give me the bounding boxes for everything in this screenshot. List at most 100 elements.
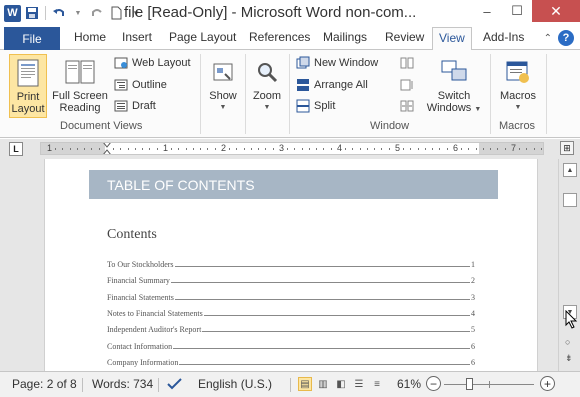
redo-icon[interactable] [89,5,105,21]
proofing-icon[interactable] [166,377,184,391]
ruler-tick [91,148,93,150]
full-screen-view-icon[interactable]: ▥ [316,377,330,391]
minimize-ribbon-icon[interactable]: ⌃ [544,33,552,44]
restore-icon[interactable]: ☐ [502,0,532,22]
scroll-up-icon[interactable]: ▲ [563,163,577,177]
scrollbar-thumb[interactable] [563,193,577,207]
ruler-tick [294,148,296,150]
toc-entry[interactable]: Financial Summary 2 [107,273,475,285]
toc-entry-page: 2 [471,276,475,286]
word-count[interactable]: Words: 734 [92,377,153,391]
zoom-out-icon[interactable]: − [426,376,441,391]
ruler-tick [352,148,354,150]
toc-entry[interactable]: Notes to Financial Statements 4 [107,306,475,318]
toc-leader-line [179,363,470,365]
zoom-button[interactable]: Zoom ▼ [249,54,285,118]
zoom-slider-thumb[interactable] [466,378,473,390]
ruler-tick [345,148,346,150]
word-app-icon[interactable]: W [4,4,21,22]
view-side-by-side-button[interactable] [400,56,414,70]
synchronous-scrolling-button[interactable] [400,78,414,92]
horizontal-ruler[interactable]: 1 1 2 3 4 5 6 7 [40,142,544,155]
title-bar: W ▼ |▾ file [Read-Only] - Microsoft Word… [0,0,580,26]
print-layout-view-icon[interactable]: ▤ [298,377,312,391]
ruler-number: 5 [395,143,401,153]
ruler-tick [475,148,477,150]
view-ruler-icon[interactable]: ⊞ [560,141,574,155]
ruler-tick [142,148,143,150]
ruler-tick [265,148,267,150]
macros-button[interactable]: Macros ▼ [497,54,539,118]
switch-windows-dropdown-icon: ▼ [474,106,482,113]
help-icon[interactable]: ? [558,30,574,46]
quick-access-toolbar: W ▼ |▾ [0,4,143,22]
new-doc-icon[interactable] [108,5,124,21]
web-layout-button[interactable]: Web Layout [114,56,191,70]
ruler-tick [287,148,288,150]
ruler-tick [366,148,368,150]
draft-icon [114,99,128,113]
toc-entry[interactable]: To Our Stockholders 1 [107,257,475,269]
tab-add-ins[interactable]: Add-Ins [483,30,524,44]
save-icon[interactable] [24,5,40,21]
tab-review[interactable]: Review [385,30,424,44]
macros-group-label: Macros [499,120,536,132]
tab-page-layout[interactable]: Page Layout [169,30,236,44]
switch-windows-icon [439,57,469,87]
tab-selector-icon[interactable]: L [9,142,23,156]
language[interactable]: English (U.S.) [198,377,272,391]
toc-entry[interactable]: Independent Auditor's Report 5 [107,322,475,334]
web-layout-view-icon[interactable]: ◧ [334,377,348,391]
outline-label: Outline [132,79,167,91]
arrange-all-button[interactable]: Arrange All [296,78,368,92]
tab-mailings[interactable]: Mailings [323,30,367,44]
ruler-tick [113,148,114,150]
toc-entry[interactable]: Contact Information 6 [107,339,475,351]
contents-heading: Contents [107,227,157,242]
ruler-tick [192,148,194,150]
new-window-button[interactable]: New Window [296,56,378,70]
toc-entry-label: To Our Stockholders [107,260,174,269]
undo-dropdown-icon[interactable]: ▼ [70,5,86,21]
draft-button[interactable]: Draft [114,99,156,113]
draft-view-icon[interactable]: ≡ [370,377,384,391]
reset-window-position-button[interactable] [400,99,414,113]
page-count[interactable]: Page: 2 of 8 [12,377,77,391]
outline-view-icon[interactable]: ☰ [352,377,366,391]
browse-object-icon[interactable]: ○ [565,337,570,347]
macros-label: Macros [499,90,537,102]
show-button[interactable]: Show ▼ [206,54,240,118]
minimize-icon[interactable]: – [472,0,502,22]
indent-marker-icon[interactable] [103,142,111,155]
close-icon[interactable]: ✕ [532,0,580,22]
switch-windows-button[interactable]: Switch Windows ▼ [426,54,482,118]
tab-insert[interactable]: Insert [122,30,152,44]
tab-home[interactable]: Home [74,30,106,44]
document-page[interactable]: TABLE OF CONTENTS Contents To Our Stockh… [44,159,538,371]
print-layout-button[interactable]: Print Layout [9,54,47,118]
zoom-in-icon[interactable]: + [540,376,555,391]
outline-button[interactable]: Outline [114,78,167,92]
toc-entry-page: 1 [471,260,475,269]
macros-icon [503,57,533,87]
switch-windows-label-2: Windows ▼ [427,102,482,116]
toc-entry-page: 3 [471,292,475,302]
tab-view[interactable]: View [432,27,472,51]
window-controls: – ☐ ✕ [472,0,580,22]
tab-file[interactable]: File [4,27,60,50]
split-button[interactable]: Split [296,99,335,113]
status-separator [290,378,291,392]
ruler-tick [540,148,542,150]
switch-windows-label-1: Switch [437,90,471,102]
toc-entry-page: 6 [471,357,475,367]
zoom-level[interactable]: 61% [397,377,421,391]
tab-references[interactable]: References [249,30,310,44]
full-screen-reading-button[interactable]: Full Screen Reading [52,54,108,118]
vertical-scrollbar[interactable]: ▲ ▼ ○ ⇟ [558,159,580,371]
next-page-icon[interactable]: ⇟ [565,353,573,364]
undo-icon[interactable] [51,5,67,21]
toc-entry[interactable]: Financial Statements 3 [107,290,475,302]
toc-entry[interactable]: Company Information 6 [107,355,475,367]
document-area: TABLE OF CONTENTS Contents To Our Stockh… [0,159,558,371]
ruler-tick [214,148,216,150]
